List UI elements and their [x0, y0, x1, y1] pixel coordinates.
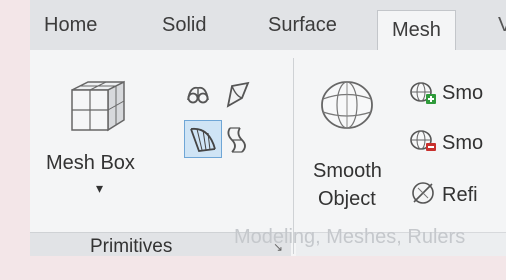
mesh-box-label: Mesh Box	[46, 152, 135, 174]
window-edge	[0, 0, 30, 280]
ruled-surface-icon	[190, 127, 216, 152]
ribbon-screenshot: Home Solid Surface Mesh V Mesh Box ▾ Pri…	[0, 0, 506, 280]
smooth-more-icon	[410, 82, 436, 104]
mesh-box-dropdown-arrow[interactable]: ▾	[96, 180, 103, 197]
smooth-object-button[interactable]	[316, 74, 378, 144]
panel-separator	[293, 58, 294, 254]
edge-surface-icon	[226, 81, 250, 108]
tab-visualize-partial[interactable]: V	[498, 14, 506, 37]
refine-mesh-button[interactable]	[410, 180, 436, 206]
overlay-watermark-text: Modeling, Meshes, Rulers	[234, 226, 466, 248]
revolved-surface-button[interactable]	[184, 80, 212, 108]
window-bottom-edge	[0, 256, 506, 280]
smooth-object-label-line1: Smooth	[313, 160, 382, 182]
primitives-panel-title: Primitives	[90, 236, 173, 257]
revolved-surface-icon	[187, 86, 209, 104]
smooth-more-button[interactable]	[409, 80, 437, 106]
ribbon-tab-bar: Home Solid Surface Mesh V	[30, 0, 506, 51]
smooth-less-label[interactable]: Smo	[442, 132, 483, 155]
smooth-more-label[interactable]: Smo	[442, 82, 483, 105]
refine-mesh-label[interactable]: Refi	[442, 184, 478, 207]
smooth-less-button[interactable]	[409, 128, 437, 154]
tabulated-surface-button[interactable]	[222, 124, 252, 156]
tab-home[interactable]: Home	[44, 14, 97, 37]
tab-surface[interactable]: Surface	[268, 14, 337, 37]
edge-surface-button[interactable]	[222, 80, 252, 110]
mesh-box-icon	[71, 80, 125, 132]
refine-mesh-icon	[412, 182, 434, 204]
smooth-object-icon	[321, 81, 373, 129]
smooth-object-label-line2: Object	[318, 188, 376, 210]
smooth-less-icon	[410, 130, 436, 151]
tabulated-surface-icon	[227, 127, 246, 153]
tab-mesh[interactable]: Mesh	[377, 10, 456, 50]
tab-solid[interactable]: Solid	[162, 14, 206, 37]
ruled-surface-button[interactable]	[184, 120, 222, 158]
